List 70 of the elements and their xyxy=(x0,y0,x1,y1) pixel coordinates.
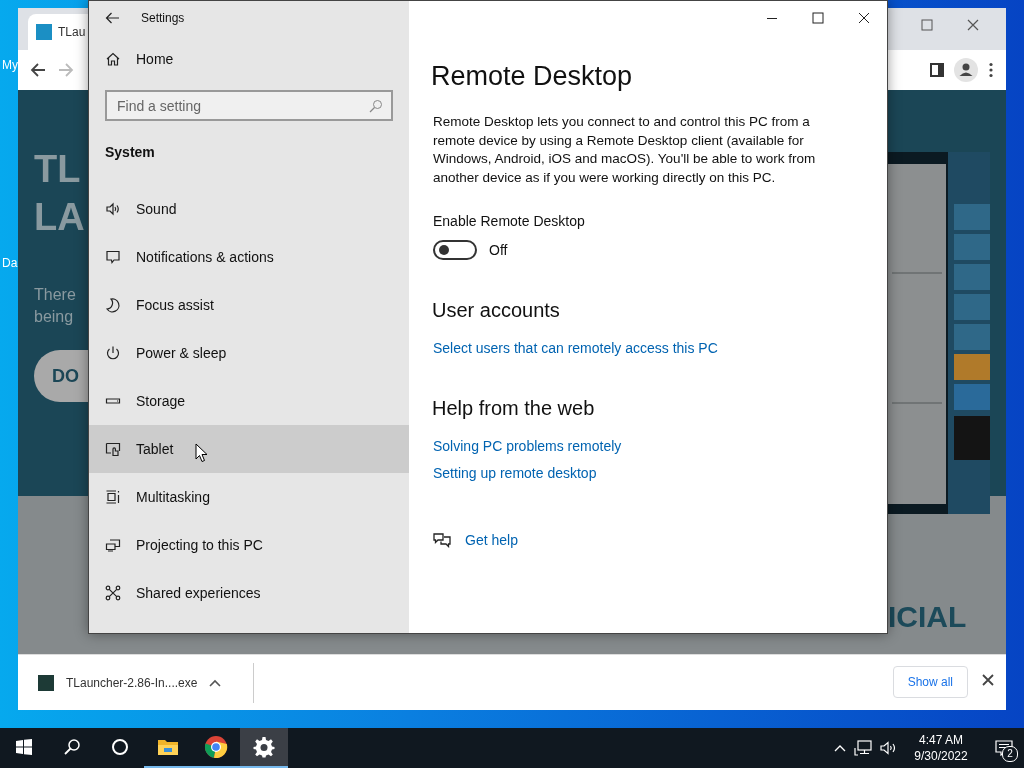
download-button[interactable]: DO xyxy=(34,350,88,402)
section-heading: System xyxy=(104,143,156,162)
toggle-state: Off xyxy=(489,242,508,258)
volume-icon[interactable] xyxy=(880,740,898,756)
folder-icon xyxy=(157,738,179,756)
circle-icon xyxy=(111,738,129,756)
home-icon xyxy=(105,51,121,67)
message-icon xyxy=(995,740,1013,756)
page-text: There xyxy=(34,286,76,304)
taskbar-button[interactable] xyxy=(240,728,288,768)
chrome-icon xyxy=(204,735,228,759)
projecting-icon xyxy=(105,537,121,553)
profile-icon[interactable] xyxy=(954,58,978,82)
focus-icon xyxy=(105,297,121,313)
sidebar-icon[interactable] xyxy=(930,63,944,77)
search-field[interactable]: Find a setting xyxy=(105,90,393,121)
settings-nav-item[interactable]: Projecting to this PC xyxy=(89,521,409,569)
shared-icon xyxy=(105,585,121,601)
caret-icon[interactable] xyxy=(209,678,222,687)
menu-icon[interactable] xyxy=(988,62,994,78)
multitasking-icon xyxy=(105,489,121,505)
mouse-cursor-icon xyxy=(195,443,208,463)
remote-desktop-toggle[interactable] xyxy=(433,240,477,260)
power-icon xyxy=(105,345,121,361)
back-arrow-icon[interactable] xyxy=(105,12,119,24)
page-title: Remote Desktop xyxy=(431,60,634,93)
search-icon xyxy=(369,99,383,113)
settings-nav-item[interactable]: Storage xyxy=(89,377,409,425)
close-icon xyxy=(858,12,870,24)
sound-icon xyxy=(105,201,121,217)
tl-logo-icon xyxy=(38,674,54,691)
tl-logo-icon xyxy=(36,24,52,40)
settings-nav-item[interactable]: Notifications & actions xyxy=(89,233,409,281)
help-link[interactable]: Select users that can remotely access this PC xyxy=(433,338,718,358)
settings-nav-item[interactable]: Focus assist xyxy=(89,281,409,329)
get-help-link[interactable]: Get help xyxy=(465,530,518,550)
help-link[interactable]: Solving PC problems remotely xyxy=(433,436,622,456)
file-name: TLauncher-2.86-In....exe xyxy=(66,675,198,690)
page-headline: TL xyxy=(34,148,81,191)
window-title: Settings xyxy=(141,11,185,25)
notifications-button[interactable]: 2 xyxy=(984,728,1024,768)
tablet-icon xyxy=(105,441,121,457)
windows-icon xyxy=(16,739,32,755)
help-link[interactable]: Setting up remote desktop xyxy=(433,463,597,483)
settings-nav-item[interactable]: Power & sleep xyxy=(89,329,409,377)
settings-nav-item[interactable]: Sound xyxy=(89,185,409,233)
page-text: being xyxy=(34,308,74,326)
back-arrow-icon[interactable] xyxy=(30,62,46,78)
section-heading: User accounts xyxy=(432,298,561,323)
chat-bubbles-icon xyxy=(433,532,451,548)
settings-nav-item[interactable]: Multitasking xyxy=(89,473,409,521)
clock[interactable]: 4:47 AM 9/30/2022 xyxy=(906,732,976,764)
browser-tab[interactable]: TLau xyxy=(28,14,88,50)
section-heading: Help from the web xyxy=(432,396,596,421)
page-headline: LA xyxy=(34,196,85,239)
close-icon[interactable] xyxy=(982,674,994,686)
search-icon xyxy=(63,738,81,756)
toggle-label: Enable Remote Desktop xyxy=(433,212,586,231)
show-all-button[interactable]: Show all xyxy=(892,666,968,698)
chevron-up-icon[interactable] xyxy=(834,744,846,752)
home-nav-item[interactable]: Home xyxy=(89,35,409,83)
page-headline: ICIAL xyxy=(888,600,967,634)
network-icon[interactable] xyxy=(854,740,872,756)
description: Remote Desktop lets you connect to and control this PC from a remote device by using a Remote Desktop client (available for Windows, Android, iOS and macOS). You'll be able to work from another device as if you were working directly on this PC. xyxy=(433,113,817,187)
settings-nav-item[interactable]: Tablet xyxy=(89,425,409,473)
notifications-icon xyxy=(105,249,121,265)
settings-nav-item[interactable]: Shared experiences xyxy=(89,569,409,617)
download-item[interactable]: TLauncher-2.86-In....exe xyxy=(18,662,254,703)
gear-icon xyxy=(253,736,275,758)
maximize-icon xyxy=(812,12,824,24)
